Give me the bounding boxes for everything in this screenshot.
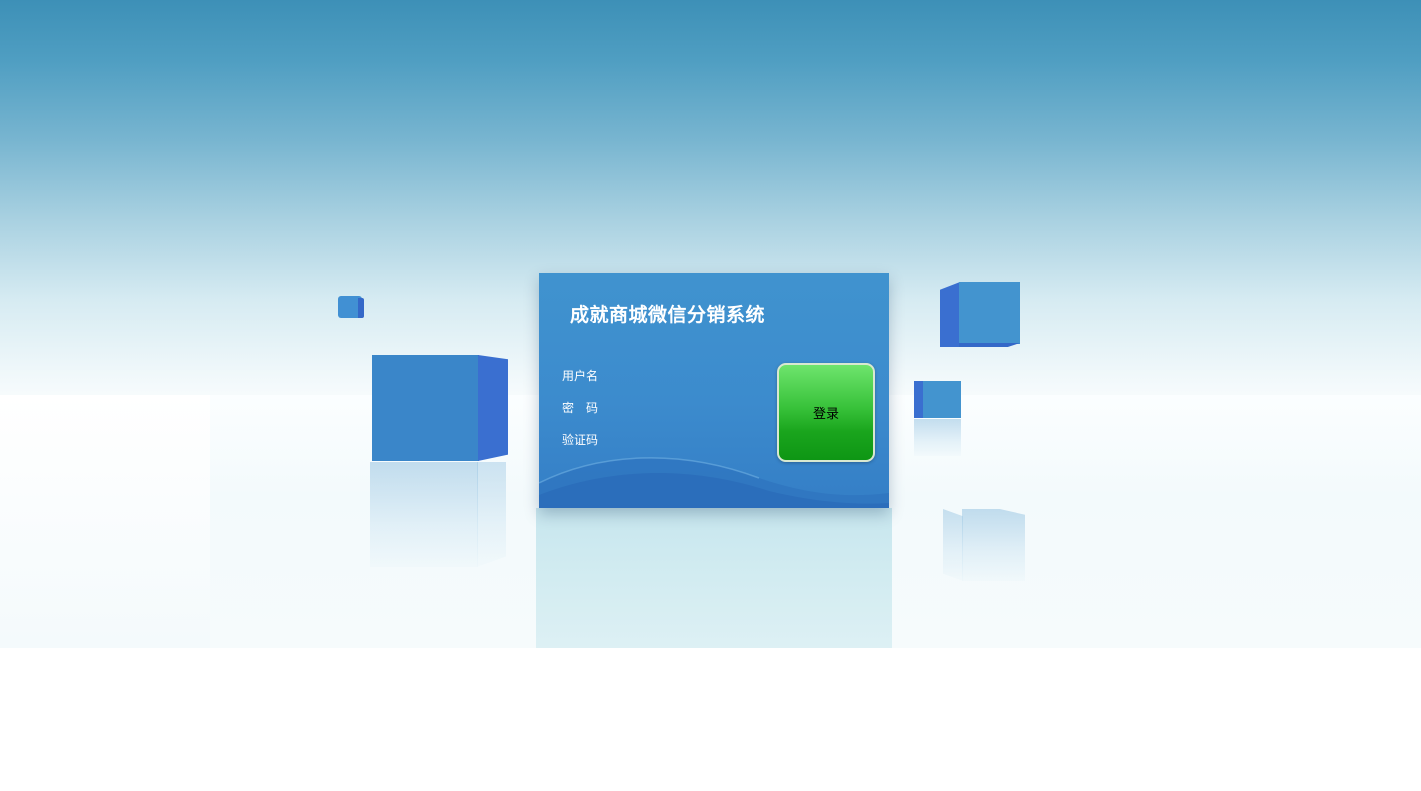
password-label: 密 码 (562, 401, 599, 415)
password-input[interactable] (617, 397, 767, 415)
login-panel: 成就商城微信分销系统 用户名 密 码 验证码 登录 (539, 273, 889, 508)
captcha-label: 验证码 (562, 433, 599, 447)
username-input[interactable] (617, 365, 767, 383)
captcha-input[interactable] (617, 429, 767, 447)
username-label: 用户名 (562, 369, 599, 383)
login-page: 成就商城微信分销系统 用户名 密 码 验证码 登录 (0, 0, 1421, 791)
login-button[interactable]: 登录 (777, 363, 875, 462)
login-button-label: 登录 (812, 407, 839, 422)
floor-left-shade (0, 395, 210, 648)
page-footer-area (0, 648, 1421, 791)
panel-reflection (536, 508, 892, 648)
system-title: 成就商城微信分销系统 (570, 304, 766, 326)
